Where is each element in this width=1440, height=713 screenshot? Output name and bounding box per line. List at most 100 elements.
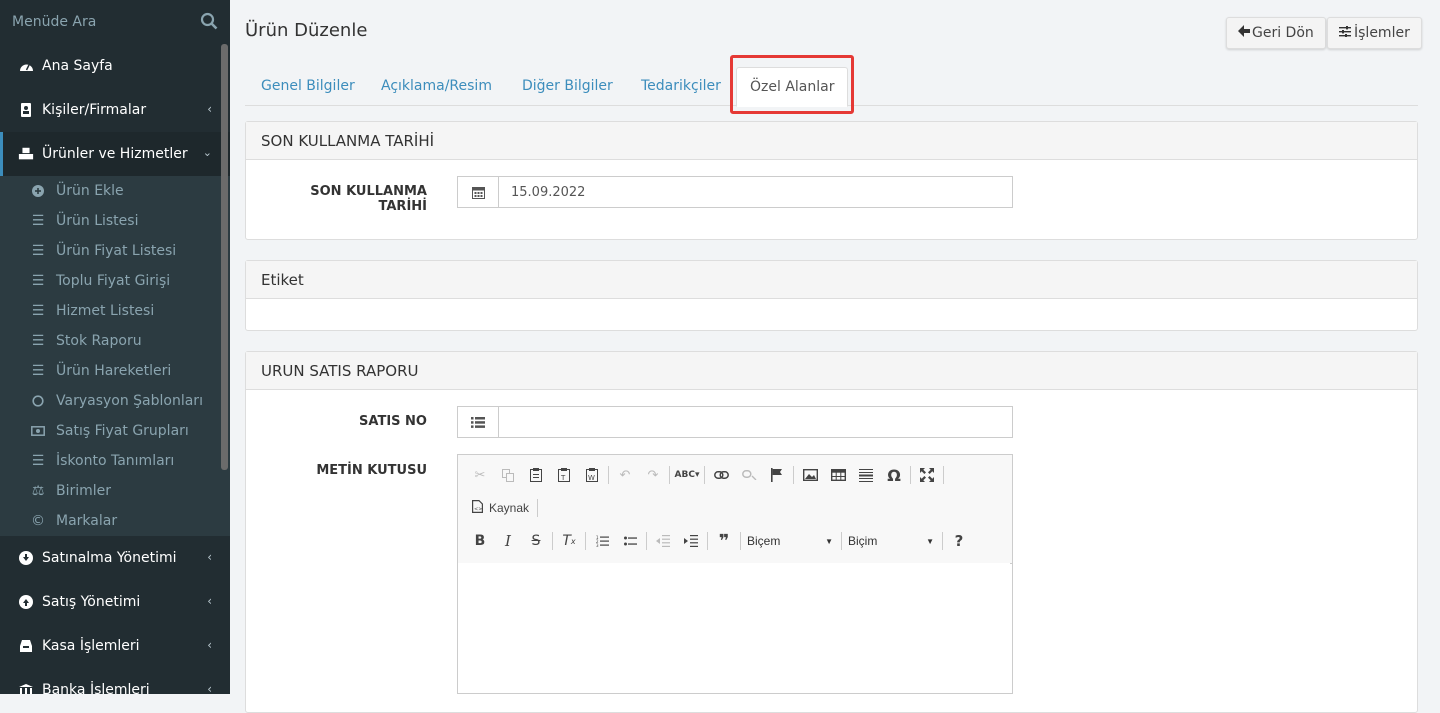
menu-search-input[interactable]: Menüde Ara [12,14,96,30]
special-char-icon[interactable]: Ω [880,462,908,488]
paste-icon[interactable] [522,462,550,488]
money-icon [30,426,46,436]
list-icon: ☰ [31,363,45,379]
submenu-item-brands[interactable]: © Markalar [0,506,230,536]
search-icon[interactable] [200,12,218,34]
toolbar-separator [841,532,842,550]
submenu-item-product-movements[interactable]: ☰ Ürün Hareketleri [0,356,230,386]
sales-report-panel-title: URUN SATIS RAPORU [246,352,1417,390]
submenu-item-label: Ürün Fiyat Listesi [56,243,177,259]
image-icon[interactable] [796,462,824,488]
toolbar-row-1: ✂ T W ↶ ↷ ABC▾ Ω [466,461,946,489]
horizontal-line-icon[interactable] [852,462,880,488]
italic-icon[interactable]: I [494,528,522,554]
anchor-flag-icon[interactable] [763,462,791,488]
strikethrough-icon[interactable]: S [522,528,550,554]
submenu-item-label: Birimler [56,483,112,499]
style-dropdown[interactable]: Biçem ▼ [743,529,839,553]
toolbar-separator [608,466,609,484]
tag-panel: Etiket [245,260,1418,331]
submenu-item-stock-report[interactable]: ☰ Stok Raporu [0,326,230,356]
circle-icon [30,395,46,407]
tab-description[interactable]: Açıklama/Resim [381,67,492,105]
sidebar-item-purchasing[interactable]: Satınalma Yönetimi ‹ [0,536,230,580]
toolbar-separator [943,466,944,484]
indent-icon[interactable] [677,528,705,554]
expiry-date-input[interactable]: 15.09.2022 [499,177,585,207]
toolbar-separator [942,532,943,550]
expiry-panel-title: SON KULLANMA TARİHİ [246,122,1417,160]
style-dropdown-label: Biçem [747,534,781,548]
sidebar-item-home[interactable]: Ana Sayfa [0,44,230,88]
toolbar-separator [740,532,741,550]
paste-text-icon[interactable]: T [550,462,578,488]
submenu-item-product-list[interactable]: ☰ Ürün Listesi [0,206,230,236]
redo-icon[interactable]: ↷ [639,462,667,488]
menu-search[interactable]: Menüde Ara [0,0,230,44]
sidebar-item-cash[interactable]: Kasa İşlemleri ‹ [0,624,230,668]
svg-text:<>: <> [474,506,482,512]
svg-text:3: 3 [596,543,599,547]
remove-format-icon[interactable]: Tx [555,528,583,554]
submenu-item-add-product[interactable]: Ürün Ekle [0,176,230,206]
link-icon[interactable] [707,462,735,488]
actions-button[interactable]: İşlemler [1327,17,1422,49]
unlink-icon[interactable] [735,462,763,488]
table-icon[interactable] [824,462,852,488]
sidebar-item-bank[interactable]: Banka İşlemleri ‹ [0,668,230,694]
submenu-item-label: İskonto Tanımları [56,453,175,469]
svg-text:W: W [588,474,595,482]
help-icon[interactable]: ? [945,528,973,554]
undo-icon[interactable]: ↶ [611,462,639,488]
bulleted-list-icon[interactable] [616,528,644,554]
submenu-item-label: Markalar [56,513,118,529]
products-submenu: Ürün Ekle ☰ Ürün Listesi ☰ Ürün Fiyat Li… [0,176,230,536]
submenu-item-label: Hizmet Listesi [56,303,155,319]
bank-icon [18,684,34,694]
copy-icon[interactable] [494,462,522,488]
sidebar-item-sales[interactable]: Satış Yönetimi ‹ [0,580,230,624]
back-button[interactable]: Geri Dön [1226,17,1326,49]
cut-icon[interactable]: ✂ [466,462,494,488]
tab-other[interactable]: Diğer Bilgiler [522,67,613,105]
main-content: Ürün Düzenle Geri Dön İşlemler Genel Bil… [230,0,1440,713]
chevron-down-icon: ⌄ [202,146,212,159]
submenu-item-units[interactable]: ⚖ Birimler [0,476,230,506]
spellcheck-icon[interactable]: ABC▾ [672,462,702,488]
paste-word-icon[interactable]: W [578,462,606,488]
blockquote-icon[interactable]: ❞ [710,528,738,554]
expiry-date-field[interactable]: 15.09.2022 [457,176,1013,208]
sidebar-item-products[interactable]: Ürünler ve Hizmetler ⌄ [0,132,230,176]
submenu-item-price-groups[interactable]: Satış Fiyat Grupları [0,416,230,446]
submenu-item-price-list[interactable]: ☰ Ürün Fiyat Listesi [0,236,230,266]
submenu-item-service-list[interactable]: ☰ Hizmet Listesi [0,296,230,326]
toolbar-separator [646,532,647,550]
numbered-list-icon[interactable]: 123 [588,528,616,554]
outdent-icon[interactable] [649,528,677,554]
sidebar-item-contacts[interactable]: Kişiler/Firmalar ‹ [0,88,230,132]
submenu-item-variation-templates[interactable]: Varyasyon Şablonları [0,386,230,416]
list-icon: ☰ [31,273,45,289]
submenu-item-label: Satış Fiyat Grupları [56,423,189,439]
sidebar-scrollbar[interactable] [221,44,228,470]
calendar-icon[interactable] [458,177,499,207]
balance-scale-icon: ⚖ [31,483,45,499]
format-dropdown[interactable]: Biçim ▼ [844,529,940,553]
toolbar-separator [552,532,553,550]
sale-no-field[interactable] [457,406,1013,438]
editor-content-area[interactable] [458,563,1010,683]
expiry-label: SON KULLANMA TARİHİ [310,184,427,214]
submenu-item-bulk-price[interactable]: ☰ Toplu Fiyat Girişi [0,266,230,296]
back-button-label: Geri Dön [1252,25,1314,41]
sidebar-item-label: Kasa İşlemleri [42,638,140,654]
arrow-left-icon [1238,25,1250,41]
toolbar-separator [537,499,539,517]
source-button[interactable]: <> Kaynak [466,495,535,521]
tab-general[interactable]: Genel Bilgiler [261,67,355,105]
tab-suppliers[interactable]: Tedarikçiler [641,67,721,105]
list-icon: ☰ [31,303,45,319]
bold-icon[interactable]: B [466,528,494,554]
maximize-icon[interactable] [913,462,941,488]
submenu-item-discounts[interactable]: ☰ İskonto Tanımları [0,446,230,476]
sale-no-input[interactable] [499,407,511,437]
